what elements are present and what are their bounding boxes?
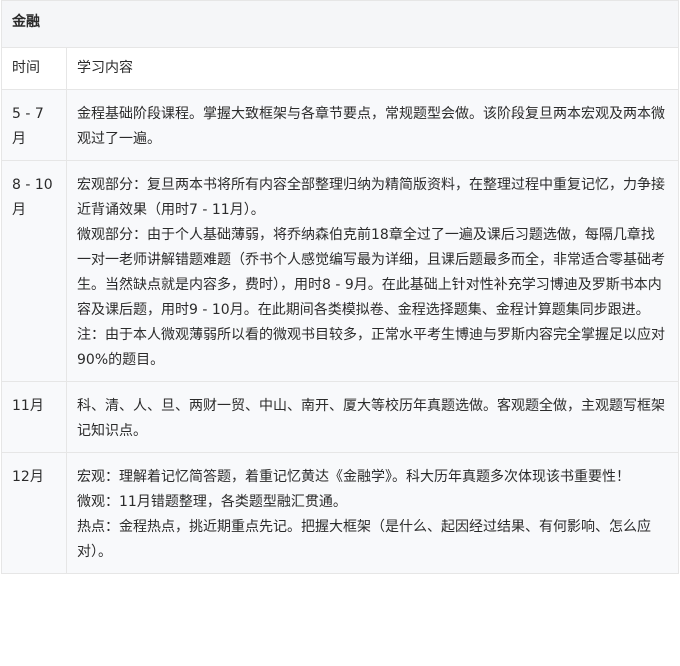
content-cell: 科、清、人、旦、两财一贸、中山、南开、厦大等校历年真题选做。客观题全做，主观题写… [66, 381, 679, 453]
column-header-content: 学习内容 [66, 47, 679, 90]
column-header-row: 时间 学习内容 [0, 47, 679, 90]
section-title: 金融 [1, 0, 679, 48]
content-paragraph: 热点：金程热点，挑近期重点先记。把握大框架（是什么、起因经过结果、有何影响、怎么… [77, 519, 652, 560]
content-paragraph: 宏观：理解着记忆简答题，着重记忆黄达《金融学》。科大历年真题多次体现该书重要性！ [77, 469, 631, 485]
content-paragraph: 注：由于本人微观薄弱所以看的微观书目较多，正常水平考生博迪与罗斯内容完全掌握足以… [77, 327, 666, 368]
content-paragraph: 微观：11月错题整理，各类题型融汇贯通。 [77, 494, 347, 510]
time-cell: 8 - 10月 [0, 160, 68, 382]
study-plan-table: 金融 时间 学习内容 5 - 7月 金程基础阶段课程。掌握大致框架与各章节要点，… [0, 0, 679, 574]
table-row: 12月 宏观：理解着记忆简答题，着重记忆黄达《金融学》。科大历年真题多次体现该书… [0, 452, 679, 574]
time-cell: 11月 [0, 381, 68, 453]
content-cell: 宏观：理解着记忆简答题，着重记忆黄达《金融学》。科大历年真题多次体现该书重要性！… [66, 452, 679, 574]
time-cell: 5 - 7月 [0, 89, 68, 161]
time-cell: 12月 [0, 452, 68, 574]
content-paragraph: 微观部分：由于个人基础薄弱，将乔纳森伯克前18章全过了一遍及课后习题选做，每隔几… [77, 227, 666, 318]
table-row: 11月 科、清、人、旦、两财一贸、中山、南开、厦大等校历年真题选做。客观题全做，… [0, 381, 679, 453]
content-cell: 宏观部分：复旦两本书将所有内容全部整理归纳为精简版资料，在整理过程中重复记忆，力… [66, 160, 679, 382]
content-paragraph: 科、清、人、旦、两财一贸、中山、南开、厦大等校历年真题选做。客观题全做，主观题写… [77, 398, 666, 439]
table-row: 5 - 7月 金程基础阶段课程。掌握大致框架与各章节要点，常规题型会做。该阶段复… [0, 89, 679, 161]
table-row: 8 - 10月 宏观部分：复旦两本书将所有内容全部整理归纳为精简版资料，在整理过… [0, 160, 679, 382]
content-cell: 金程基础阶段课程。掌握大致框架与各章节要点，常规题型会做。该阶段复旦两本宏观及两… [66, 89, 679, 161]
content-paragraph: 金程基础阶段课程。掌握大致框架与各章节要点，常规题型会做。该阶段复旦两本宏观及两… [77, 106, 666, 147]
column-header-time: 时间 [0, 47, 68, 90]
content-paragraph: 宏观部分：复旦两本书将所有内容全部整理归纳为精简版资料，在整理过程中重复记忆，力… [77, 177, 666, 218]
